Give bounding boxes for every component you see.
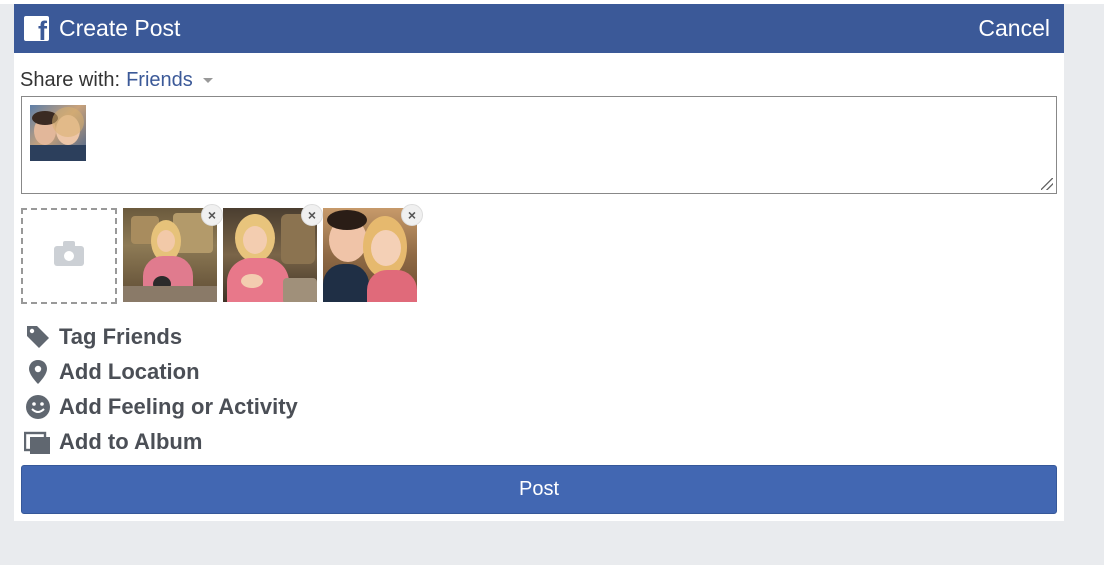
resize-handle-icon[interactable]	[1041, 178, 1053, 190]
cancel-button[interactable]: Cancel	[978, 15, 1050, 42]
smiley-icon	[24, 393, 52, 421]
tag-friends-option[interactable]: Tag Friends	[24, 319, 298, 354]
remove-photo-icon[interactable]: ×	[301, 204, 323, 226]
create-post-dialog: f Create Post Cancel Share with: Friends	[14, 4, 1064, 521]
dialog-header: f Create Post Cancel	[14, 4, 1064, 53]
header-left: f Create Post	[24, 15, 180, 42]
remove-photo-icon[interactable]: ×	[201, 204, 223, 226]
photo-thumbnail: ×	[223, 204, 323, 302]
tag-friends-label: Tag Friends	[59, 323, 183, 349]
add-to-album-option[interactable]: Add to Album	[24, 424, 298, 459]
add-location-option[interactable]: Add Location	[24, 354, 298, 389]
post-text-area[interactable]	[21, 96, 1057, 194]
facebook-icon: f	[24, 16, 49, 41]
add-location-label: Add Location	[59, 358, 200, 384]
add-feeling-label: Add Feeling or Activity	[59, 393, 298, 419]
camera-icon	[54, 241, 84, 266]
share-with-row: Share with: Friends	[14, 53, 1064, 93]
tag-icon	[24, 323, 52, 351]
add-photo-button[interactable]	[21, 208, 117, 304]
dialog-title: Create Post	[59, 15, 181, 41]
chevron-down-icon[interactable]	[202, 77, 213, 83]
post-button[interactable]: Post	[21, 465, 1057, 514]
album-icon	[24, 428, 52, 456]
photo-thumbnail: ×	[323, 204, 423, 302]
share-with-label: Share with:	[20, 68, 121, 91]
add-feeling-option[interactable]: Add Feeling or Activity	[24, 389, 298, 424]
avatar	[30, 105, 86, 161]
remove-photo-icon[interactable]: ×	[401, 204, 423, 226]
location-pin-icon	[24, 358, 52, 386]
photo-strip: × × ×	[21, 204, 423, 304]
post-options-list: Tag Friends Add Location Add Feeling or …	[24, 319, 298, 459]
audience-selector[interactable]: Friends	[126, 69, 193, 92]
add-to-album-label: Add to Album	[59, 428, 203, 454]
photo-thumbnail: ×	[123, 204, 223, 302]
